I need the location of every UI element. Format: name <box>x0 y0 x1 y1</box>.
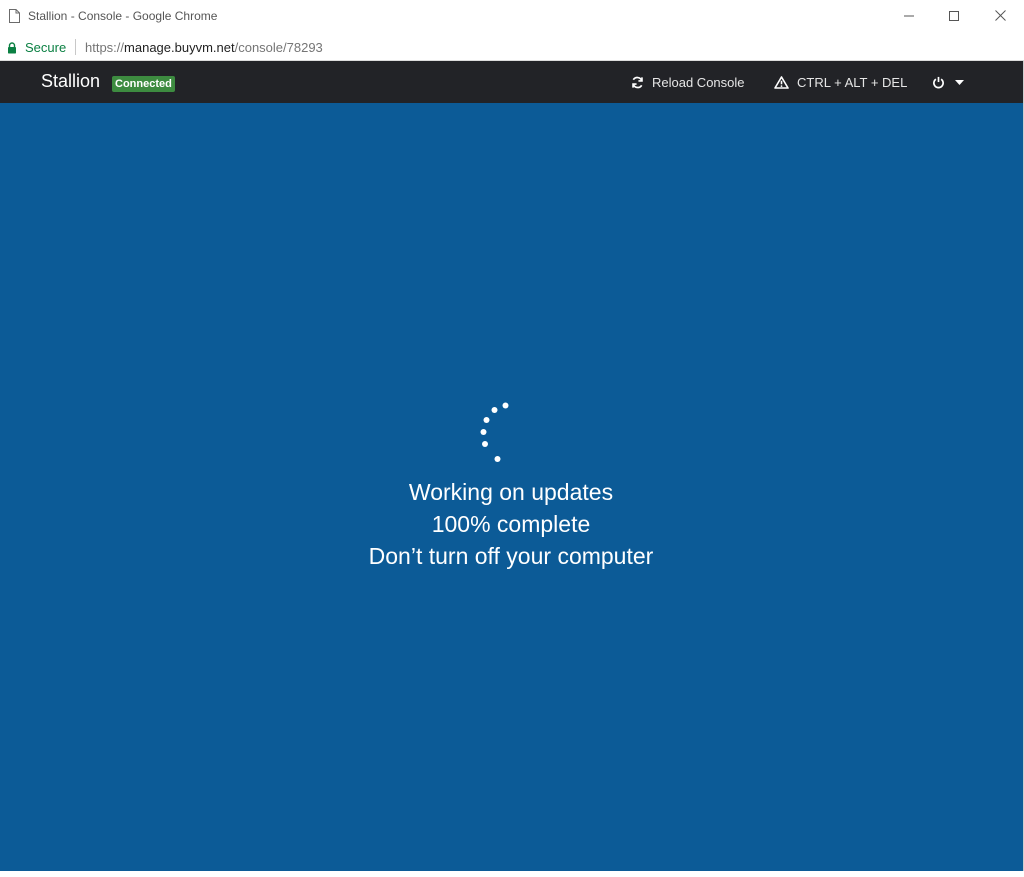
reload-console-label: Reload Console <box>652 74 745 90</box>
minimize-icon <box>904 8 914 26</box>
ctrl-alt-del-label: CTRL + ALT + DEL <box>797 74 908 90</box>
update-progress-line: 100% complete <box>431 511 591 537</box>
power-menu-button[interactable] <box>932 72 974 92</box>
address-divider <box>75 39 76 55</box>
window-bottom-edge <box>0 871 1024 877</box>
secure-label[interactable]: Secure <box>25 40 66 55</box>
url-scheme: https:// <box>85 40 125 55</box>
maximize-icon <box>949 8 959 26</box>
url-host: manage.buyvm.net <box>124 40 235 55</box>
address-bar[interactable]: Secure https://manage.buyvm.net/console/… <box>0 34 1024 61</box>
caret-down-icon <box>955 79 964 85</box>
update-warning-line: Don’t turn off your computer <box>368 543 654 569</box>
refresh-icon <box>632 76 643 88</box>
close-icon <box>994 8 1006 26</box>
title-bar: Stallion - Console - Google Chrome <box>0 0 1024 34</box>
minimize-button[interactable] <box>886 0 932 34</box>
url-field[interactable]: https://manage.buyvm.net/console/78293 <box>85 40 323 55</box>
ctrl-alt-del-button[interactable]: CTRL + ALT + DEL <box>774 72 907 92</box>
power-icon <box>933 76 944 88</box>
console-screen[interactable]: Working on updates 100% complete Don’t t… <box>0 103 1023 871</box>
loading-dots-icon <box>480 402 509 462</box>
lock-icon[interactable] <box>7 41 17 54</box>
reload-console-button[interactable]: Reload Console <box>631 72 745 92</box>
page-icon <box>9 9 20 23</box>
status-badge: Connected <box>112 76 175 92</box>
brand-name[interactable]: Stallion <box>41 71 100 92</box>
window-title: Stallion - Console - Google Chrome <box>28 9 218 23</box>
maximize-button[interactable] <box>931 0 977 34</box>
warning-icon <box>774 75 789 89</box>
browser-window: Stallion - Console - Google Chrome Secur… <box>0 0 1024 877</box>
url-path: /console/78293 <box>234 40 323 55</box>
close-button[interactable] <box>977 0 1023 34</box>
app-header: Stallion Connected Reload Console CTRL +… <box>0 61 1023 103</box>
update-status-line: Working on updates <box>408 479 614 505</box>
